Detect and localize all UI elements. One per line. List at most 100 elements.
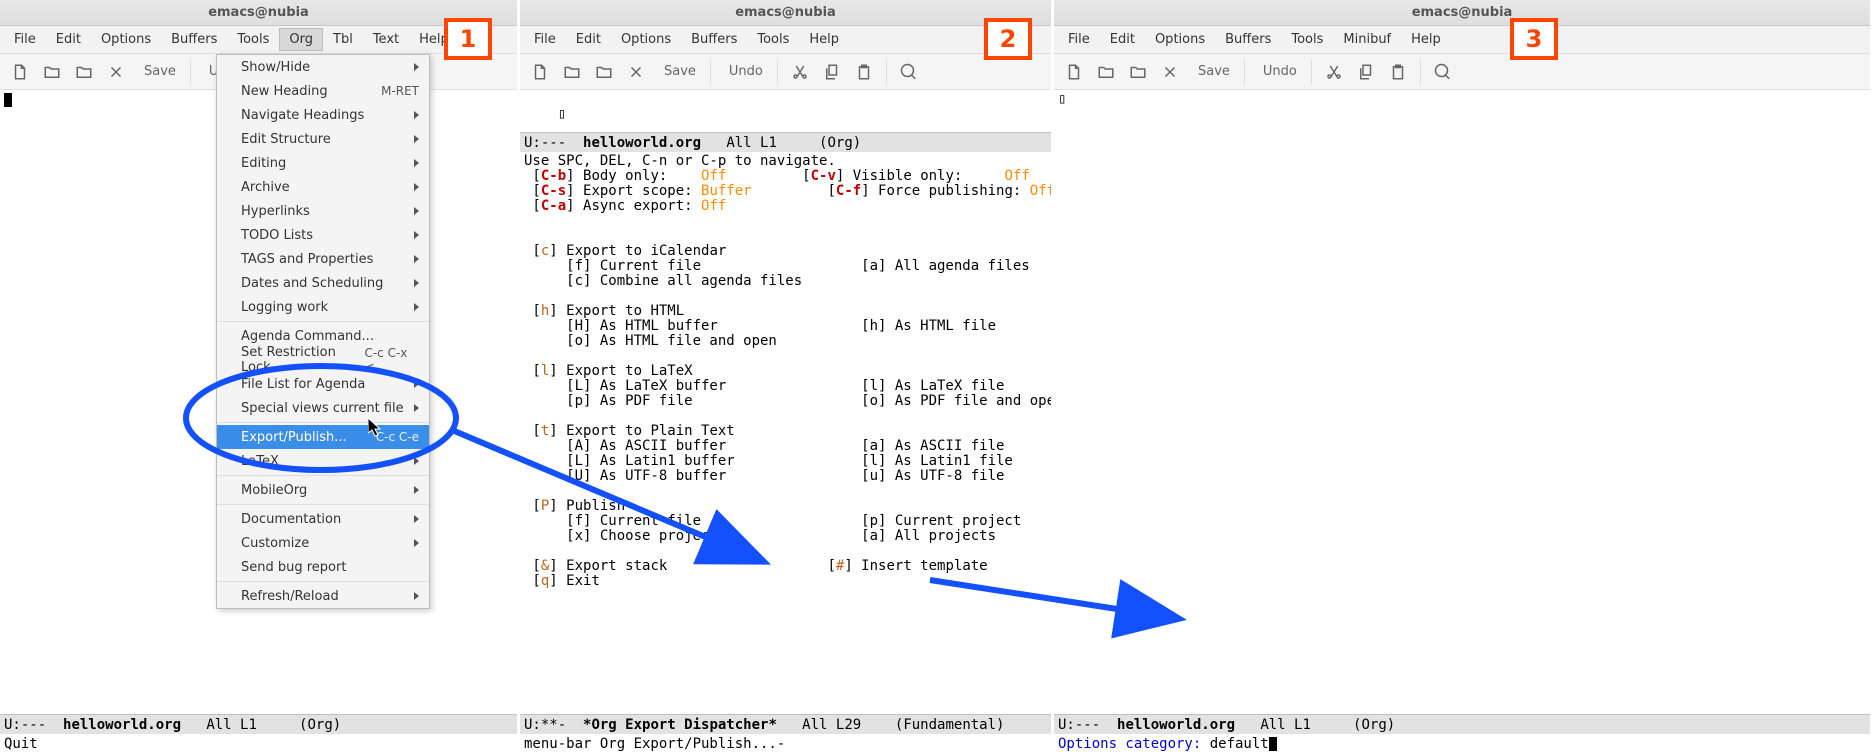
annotation-step-3: 3 — [1510, 18, 1558, 60]
cut-button[interactable] — [786, 58, 814, 86]
new-file-button[interactable] — [6, 58, 34, 86]
menu-file[interactable]: File — [4, 28, 46, 51]
paste-button[interactable] — [850, 58, 878, 86]
org-menu-show-hide[interactable]: Show/Hide — [217, 55, 429, 79]
org-menu-special-views-current-file[interactable]: Special views current file — [217, 396, 429, 420]
open-folder-button[interactable] — [1092, 58, 1120, 86]
org-menu-dates-and-scheduling[interactable]: Dates and Scheduling — [217, 271, 429, 295]
submenu-arrow-icon — [414, 279, 419, 287]
menu-label: Editing — [241, 156, 286, 171]
org-menu-edit-structure[interactable]: Edit Structure — [217, 127, 429, 151]
submenu-arrow-icon — [414, 539, 419, 547]
kill-buffer-button[interactable] — [1156, 58, 1184, 86]
org-menu-logging-work[interactable]: Logging work — [217, 295, 429, 319]
annotation-step-2: 2 — [984, 18, 1032, 60]
menu-file[interactable]: File — [1058, 28, 1100, 51]
menubar-2: FileEditOptionsBuffersToolsHelp — [520, 26, 1051, 54]
cut-button[interactable] — [1320, 58, 1348, 86]
menu-label: LaTeX — [241, 454, 279, 469]
org-menu-set-restriction-lock[interactable]: Set Restriction LockC-c C-x < — [217, 348, 429, 372]
save-button[interactable]: Save — [1188, 58, 1236, 86]
org-menu-archive[interactable]: Archive — [217, 175, 429, 199]
menu-help[interactable]: Help — [799, 28, 849, 51]
org-menu-latex[interactable]: LaTeX — [217, 449, 429, 473]
menu-separator — [217, 321, 429, 322]
save-button[interactable]: Save — [134, 58, 182, 86]
new-file-button[interactable] — [526, 58, 554, 86]
open-folder-button[interactable] — [590, 58, 618, 86]
org-menu-customize[interactable]: Customize — [217, 531, 429, 555]
org-menu-new-heading[interactable]: New HeadingM-RET — [217, 79, 429, 103]
open-folder-button[interactable] — [70, 58, 98, 86]
menu-buffers[interactable]: Buffers — [161, 28, 227, 51]
menu-options[interactable]: Options — [91, 28, 161, 51]
menu-options[interactable]: Options — [611, 28, 681, 51]
menu-edit[interactable]: Edit — [46, 28, 91, 51]
open-folder-button[interactable] — [1124, 58, 1152, 86]
menu-text[interactable]: Text — [363, 28, 409, 51]
ml-pre: U:--- — [524, 135, 583, 151]
org-menu-file-list-for-agenda[interactable]: File List for Agenda — [217, 372, 429, 396]
menu-tools[interactable]: Tools — [747, 28, 799, 51]
org-menu-mobileorg[interactable]: MobileOrg — [217, 478, 429, 502]
undo-button[interactable]: Undo — [719, 58, 769, 86]
menu-buffers[interactable]: Buffers — [681, 28, 747, 51]
kill-buffer-button[interactable] — [102, 58, 130, 86]
menu-buffers[interactable]: Buffers — [1215, 28, 1281, 51]
title-text: emacs@nubia — [1412, 5, 1513, 20]
menu-edit[interactable]: Edit — [1100, 28, 1145, 51]
copy-button[interactable] — [1352, 58, 1380, 86]
search-button[interactable] — [1429, 58, 1457, 86]
org-menu-navigate-headings[interactable]: Navigate Headings — [217, 103, 429, 127]
paste-button[interactable] — [1384, 58, 1412, 86]
minibuf-3[interactable]: Options category: default — [1054, 734, 1870, 754]
org-menu-editing[interactable]: Editing — [217, 151, 429, 175]
org-menu-send-bug-report[interactable]: Send bug report — [217, 555, 429, 579]
new-file-button[interactable] — [1060, 58, 1088, 86]
menu-file[interactable]: File — [524, 28, 566, 51]
menu-tools[interactable]: Tools — [227, 28, 279, 51]
menu-edit[interactable]: Edit — [566, 28, 611, 51]
org-menu-todo-lists[interactable]: TODO Lists — [217, 223, 429, 247]
save-button[interactable]: Save — [654, 58, 702, 86]
menu-label: Set Restriction Lock — [241, 345, 364, 375]
menu-tools[interactable]: Tools — [1281, 28, 1333, 51]
menu-help[interactable]: Help — [1401, 28, 1451, 51]
editor-upper[interactable]: ▯ — [520, 90, 1051, 132]
export-dispatcher[interactable]: Use SPC, DEL, C-n or C-p to navigate. [C… — [520, 152, 1051, 714]
menu-separator — [217, 422, 429, 423]
menu-org[interactable]: Org — [279, 28, 323, 51]
toolbar-separator — [1244, 60, 1245, 84]
org-menu-refresh-reload[interactable]: Refresh/Reload — [217, 584, 429, 608]
toolbar-separator — [886, 60, 887, 84]
menu-minibuf[interactable]: Minibuf — [1333, 28, 1401, 51]
org-menu-documentation[interactable]: Documentation — [217, 507, 429, 531]
save-label: Save — [144, 64, 176, 79]
open-folder-button[interactable] — [38, 58, 66, 86]
undo-label: Undo — [729, 64, 763, 79]
minibuf-2[interactable]: menu-bar Org Export/Publish...- — [520, 734, 1051, 754]
menu-label: Hyperlinks — [241, 204, 310, 219]
org-menu-hyperlinks[interactable]: Hyperlinks — [217, 199, 429, 223]
search-button[interactable] — [895, 58, 923, 86]
open-folder-button[interactable] — [558, 58, 586, 86]
ml-post: All L29 (Fundamental) — [777, 717, 1005, 733]
menu-tbl[interactable]: Tbl — [323, 28, 363, 51]
mouse-cursor-icon — [368, 418, 384, 438]
menu-label: Dates and Scheduling — [241, 276, 383, 291]
org-menu-export-publish[interactable]: Export/Publish...C-c C-e — [217, 425, 429, 449]
copy-button[interactable] — [818, 58, 846, 86]
ml-file: helloworld.org — [1117, 717, 1235, 733]
kill-buffer-button[interactable] — [622, 58, 650, 86]
step-num: 1 — [460, 25, 477, 53]
menu-options[interactable]: Options — [1145, 28, 1215, 51]
menu-separator — [217, 475, 429, 476]
undo-button[interactable]: Undo — [1253, 58, 1303, 86]
block-char: ▯ — [1058, 91, 1066, 107]
minibuf-1[interactable]: Quit — [0, 734, 517, 754]
org-menu-tags-and-properties[interactable]: TAGS and Properties — [217, 247, 429, 271]
menu-label: Edit Structure — [241, 132, 331, 147]
menu-label: Export/Publish... — [241, 430, 347, 445]
title-text: emacs@nubia — [735, 5, 836, 20]
editor-3[interactable]: ▯ — [1054, 90, 1870, 714]
